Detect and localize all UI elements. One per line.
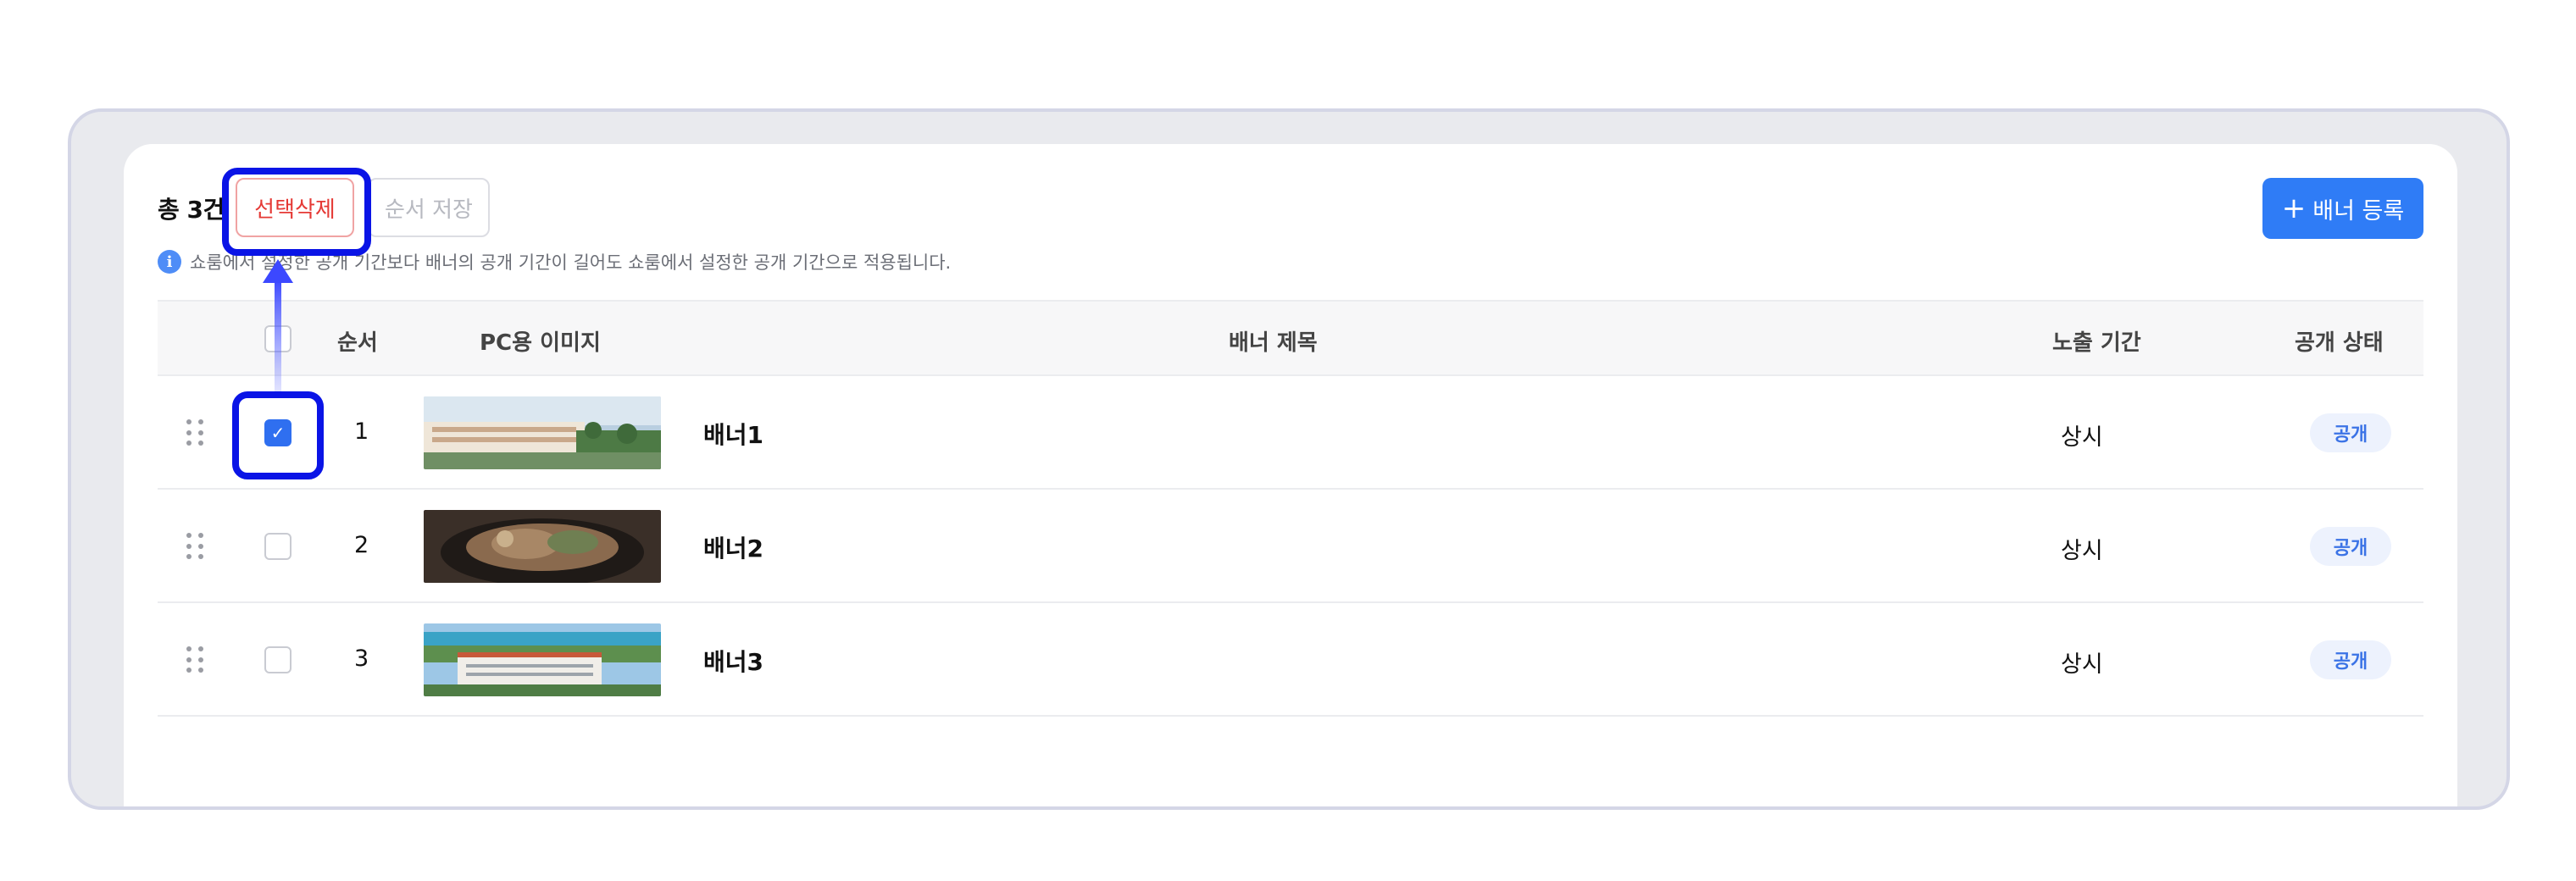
arrow-icon [263, 259, 293, 391]
screenshot-frame: 총 3건 선택삭제 순서 저장 + 배너 등록 i 쇼룸에서 설정한 공개 기간… [68, 108, 2510, 810]
